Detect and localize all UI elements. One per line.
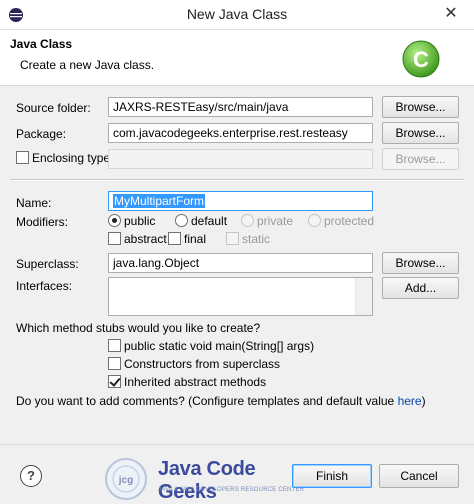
stub-constructors-label: Constructors from superclass	[124, 357, 281, 371]
method-stubs-question: Which method stubs would you like to cre…	[16, 321, 261, 335]
modifier-private-label: private	[257, 214, 294, 228]
separator	[10, 179, 464, 181]
modifier-public-label: public	[124, 214, 156, 228]
source-folder-field[interactable]: JAXRS-RESTEasy/src/main/java	[108, 97, 373, 117]
modifier-final-checkbox[interactable]	[168, 232, 181, 245]
package-browse-button[interactable]: Browse...	[382, 122, 459, 144]
comments-question: Do you want to add comments? (Configure …	[16, 394, 426, 408]
name-label: Name:	[16, 196, 52, 210]
superclass-browse-button[interactable]: Browse...	[382, 252, 459, 274]
enclosing-type-browse-button[interactable]: Browse...	[382, 148, 459, 170]
modifier-abstract-checkbox[interactable]	[108, 232, 121, 245]
modifier-default-label: default	[191, 214, 228, 228]
wizard-description: Create a new Java class.	[20, 58, 155, 72]
name-value: MyMultipartForm	[113, 194, 206, 208]
stub-main-label: public static void main(String[] args)	[124, 339, 315, 353]
modifier-abstract-label: abstract	[124, 232, 167, 246]
configure-templates-link[interactable]: here	[398, 394, 422, 408]
modifier-static-checkbox[interactable]	[226, 232, 239, 245]
modifier-final-label: final	[184, 232, 207, 246]
modifier-default-radio[interactable]	[175, 214, 188, 227]
java-code-geeks-logo: jcg Java Code Geeks JAVA 2 JAVA DEVELOPE…	[98, 456, 304, 503]
comments-suffix: )	[421, 394, 426, 408]
name-field[interactable]: MyMultipartForm	[108, 191, 373, 211]
jcg-logo-icon: jcg	[105, 458, 147, 500]
modifier-static-label: static	[242, 232, 271, 246]
source-folder-browse-button[interactable]: Browse...	[382, 96, 459, 118]
modifier-private-radio[interactable]	[241, 214, 254, 227]
enclosing-type-checkbox[interactable]	[16, 151, 29, 164]
stub-main-checkbox[interactable]	[108, 339, 121, 352]
comments-config-text: Configure templates and default value	[192, 394, 395, 408]
svg-text:C: C	[413, 47, 429, 72]
enclosing-type-label: Enclosing type:	[32, 151, 114, 165]
close-button[interactable]: ✕	[428, 0, 474, 28]
new-class-icon: C	[402, 40, 440, 78]
logo-tagline: JAVA 2 JAVA DEVELOPERS RESOURCE CENTER	[158, 487, 305, 493]
modifier-protected-label: protected	[324, 214, 375, 228]
finish-button[interactable]: Finish	[292, 464, 372, 488]
interfaces-list[interactable]	[108, 277, 373, 316]
dialog-footer: ? jcg Java Code Geeks JAVA 2 JAVA DEVELO…	[0, 444, 474, 504]
help-button[interactable]: ?	[20, 465, 42, 487]
logo-text: Java Code Geeks	[158, 458, 256, 503]
enclosing-type-field[interactable]	[108, 149, 373, 169]
superclass-label: Superclass:	[16, 257, 79, 271]
cancel-button[interactable]: Cancel	[379, 464, 459, 488]
package-field[interactable]: com.javacodegeeks.enterprise.rest.restea…	[108, 123, 373, 143]
add-interface-button[interactable]: Add...	[382, 277, 459, 299]
stub-constructors-checkbox[interactable]	[108, 357, 121, 370]
superclass-field[interactable]: java.lang.Object	[108, 253, 373, 273]
source-folder-label: Source folder:	[16, 101, 91, 115]
wizard-title: Java Class	[10, 37, 73, 51]
modifier-protected-radio[interactable]	[308, 214, 321, 227]
window-title: New Java Class	[186, 6, 288, 22]
stub-inherited-label: Inherited abstract methods	[124, 375, 267, 389]
interfaces-scrollbar[interactable]	[355, 278, 372, 315]
stub-inherited-checkbox[interactable]	[108, 375, 121, 388]
modifiers-label: Modifiers:	[16, 215, 69, 229]
modifier-public-radio[interactable]	[108, 214, 121, 227]
wizard-header: Java Class Create a new Java class. C	[0, 30, 474, 86]
title-bar: New Java Class ✕	[0, 0, 474, 30]
svg-text:jcg: jcg	[118, 475, 133, 486]
interfaces-label: Interfaces:	[16, 279, 73, 293]
package-label: Package:	[16, 127, 67, 141]
comments-prefix: Do you want to add comments? (	[16, 394, 193, 408]
